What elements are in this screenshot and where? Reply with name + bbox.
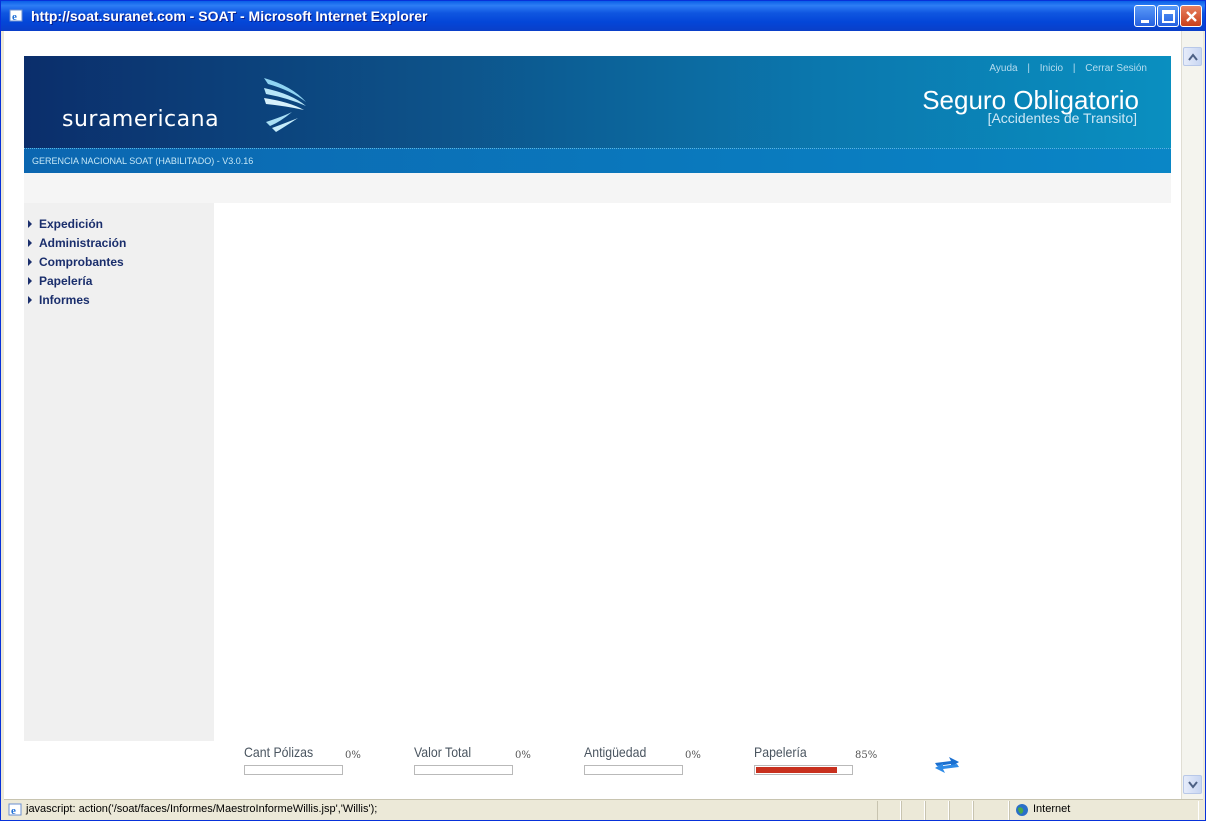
help-link[interactable]: Ayuda bbox=[989, 63, 1017, 74]
window-title: http://soat.suranet.com - SOAT - Microso… bbox=[31, 8, 428, 24]
refresh-icon[interactable] bbox=[933, 753, 961, 777]
triangle-right-icon bbox=[28, 258, 32, 266]
status-pane bbox=[949, 801, 973, 820]
page-viewport: suramericana Ayuda | Inicio | Cerrar Ses… bbox=[4, 31, 1181, 799]
site-header: suramericana Ayuda | Inicio | Cerrar Ses… bbox=[24, 56, 1171, 148]
svg-text:e: e bbox=[12, 11, 17, 23]
environment-bar: GERENCIA NACIONAL SOAT (HABILITADO) - V3… bbox=[24, 148, 1171, 173]
indicator-label: Antigüedad bbox=[584, 744, 647, 760]
sidebar-menu: Expedición Administración Comprobantes P… bbox=[28, 217, 126, 312]
product-subtitle: [Accidentes de Transito] bbox=[987, 110, 1137, 126]
close-button[interactable] bbox=[1180, 5, 1202, 27]
status-text: javascript: action('/soat/faces/Informes… bbox=[26, 803, 378, 815]
sidebar-item-comprobantes[interactable]: Comprobantes bbox=[28, 255, 126, 274]
indicator-label: Valor Total bbox=[414, 744, 472, 760]
sidebar-nav: Expedición Administración Comprobantes P… bbox=[24, 203, 214, 741]
status-pane bbox=[925, 801, 949, 820]
sidebar-item-label: Informes bbox=[39, 293, 90, 307]
svg-text:e: e bbox=[11, 805, 16, 817]
sidebar-item-label: Administración bbox=[39, 236, 127, 250]
home-link[interactable]: Inicio bbox=[1040, 63, 1063, 74]
indicator-label: Cant Pólizas bbox=[244, 744, 314, 760]
close-icon bbox=[1186, 11, 1197, 22]
status-pane bbox=[877, 801, 901, 820]
progress-bar bbox=[584, 765, 683, 775]
triangle-right-icon bbox=[28, 296, 32, 304]
main-content bbox=[214, 203, 1171, 741]
minimize-button[interactable] bbox=[1134, 5, 1156, 27]
status-pane bbox=[973, 801, 1009, 820]
vertical-scrollbar[interactable] bbox=[1181, 31, 1203, 799]
sidebar-item-label: Papelería bbox=[39, 274, 93, 288]
progress-bar bbox=[754, 765, 853, 775]
ie-icon: e bbox=[9, 9, 23, 23]
triangle-right-icon bbox=[28, 277, 32, 285]
progress-bar bbox=[414, 765, 513, 775]
header-links: Ayuda | Inicio | Cerrar Sesión bbox=[989, 63, 1147, 74]
status-pane bbox=[901, 801, 925, 820]
security-zone-label: Internet bbox=[1033, 803, 1071, 815]
indicator-label: Papelería bbox=[754, 744, 807, 760]
indicator-percent: 0% bbox=[345, 750, 361, 761]
chevron-down-icon bbox=[1188, 781, 1198, 789]
sidebar-item-papeleria[interactable]: Papelería bbox=[28, 274, 126, 293]
link-separator: | bbox=[1027, 63, 1030, 74]
maximize-button[interactable] bbox=[1157, 5, 1179, 27]
sidebar-item-label: Comprobantes bbox=[39, 255, 124, 269]
link-separator: | bbox=[1072, 63, 1076, 74]
maximize-icon bbox=[1162, 10, 1175, 23]
scroll-up-button[interactable] bbox=[1183, 47, 1202, 66]
toolbar-band bbox=[24, 173, 1171, 203]
logout-link[interactable]: Cerrar Sesión bbox=[1085, 63, 1147, 74]
scroll-down-button[interactable] bbox=[1183, 775, 1202, 794]
indicator-panel: Cant Pólizas 0% Valor Total 0% Antigüeda… bbox=[224, 741, 1024, 791]
indicator-percent: 0% bbox=[515, 750, 531, 761]
indicator-percent: 85% bbox=[855, 750, 878, 761]
sidebar-item-expedicion[interactable]: Expedición bbox=[28, 217, 126, 236]
triangle-right-icon bbox=[28, 239, 32, 247]
sidebar-item-label: Expedición bbox=[39, 217, 104, 231]
status-bar: e javascript: action('/soat/faces/Inform… bbox=[4, 799, 1203, 820]
sidebar-item-informes[interactable]: Informes bbox=[28, 293, 126, 312]
browser-window: e http://soat.suranet.com - SOAT - Micro… bbox=[0, 0, 1206, 821]
triangle-right-icon bbox=[28, 220, 32, 228]
chevron-up-icon bbox=[1188, 53, 1198, 61]
brand-logo-wings-icon bbox=[264, 78, 306, 132]
progress-bar bbox=[244, 765, 343, 775]
minimize-icon bbox=[1141, 20, 1149, 23]
title-bar[interactable]: e http://soat.suranet.com - SOAT - Micro… bbox=[1, 1, 1205, 31]
brand-logo-text[interactable]: suramericana bbox=[62, 107, 219, 132]
indicator-percent: 0% bbox=[685, 750, 701, 761]
page-icon: e bbox=[8, 803, 22, 817]
sidebar-item-administracion[interactable]: Administración bbox=[28, 236, 126, 255]
environment-label: GERENCIA NACIONAL SOAT (HABILITADO) - V3… bbox=[32, 156, 254, 166]
globe-icon bbox=[1016, 804, 1028, 816]
progress-fill bbox=[756, 767, 837, 773]
